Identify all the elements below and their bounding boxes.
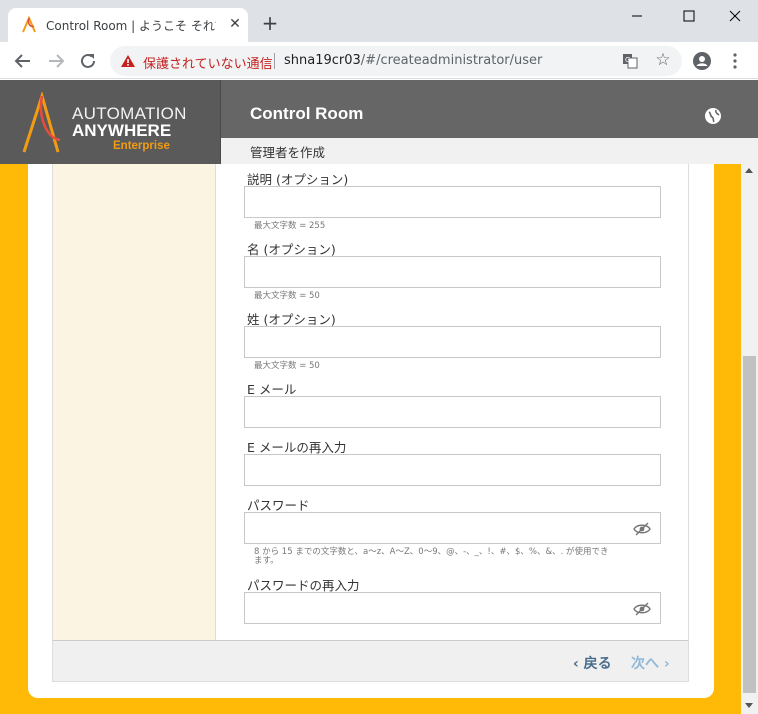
first-name-input[interactable] — [244, 256, 661, 288]
minimize-icon[interactable] — [622, 6, 652, 26]
tab-title: Control Room | ようこそ それでは始めましょう — [46, 19, 216, 33]
hide-password-eye-icon[interactable] — [633, 521, 651, 537]
url-text[interactable]: shna19cr03/#/createadministrator/user — [284, 53, 542, 68]
translate-icon[interactable]: G — [622, 53, 638, 69]
password-hint-line1: 8 から 15 までの文字数と、a〜z、A〜Z、0〜9、@、-、_、!、#、$、… — [254, 547, 609, 557]
email-confirm-input[interactable] — [244, 454, 661, 486]
logo-text-enterprise: Enterprise — [113, 140, 170, 152]
tab-close-icon[interactable]: ✕ — [226, 15, 244, 33]
password-hint-line2: ます。 — [254, 556, 279, 566]
new-tab-button[interactable]: + — [260, 13, 280, 33]
page-title: Control Room — [250, 104, 364, 123]
reload-icon[interactable] — [77, 50, 99, 72]
last-name-input[interactable] — [244, 326, 661, 358]
window-close-icon[interactable] — [720, 6, 750, 26]
description-hint: 最大文字数 = 255 — [254, 221, 326, 231]
form-footer: ‹ 戻る 次へ › — [52, 640, 689, 682]
svg-text:G: G — [625, 56, 630, 64]
form-area: 説明 (オプション) 最大文字数 = 255 名 (オプション) 最大文字数 =… — [217, 164, 689, 640]
password-field[interactable] — [244, 512, 661, 544]
scroll-down-arrow-icon[interactable] — [745, 703, 753, 708]
email-input[interactable] — [244, 396, 661, 428]
control-room-app: AUTOMATION ANYWHERE Enterprise Control R… — [0, 80, 758, 714]
description-input[interactable] — [244, 186, 661, 218]
app-header: AUTOMATION ANYWHERE Enterprise Control R… — [0, 80, 758, 164]
warning-icon[interactable] — [120, 54, 136, 68]
not-secure-label[interactable]: 保護されていない通信 — [143, 53, 273, 72]
maximize-icon[interactable] — [674, 6, 704, 26]
back-arrow-icon[interactable] — [12, 50, 34, 72]
password-confirm-field[interactable] — [244, 592, 661, 624]
next-button[interactable]: 次へ › — [631, 653, 670, 673]
first-name-hint: 最大文字数 = 50 — [254, 291, 320, 301]
logo-panel: AUTOMATION ANYWHERE Enterprise — [0, 80, 221, 164]
bookmark-star-icon[interactable]: ☆ — [654, 51, 672, 69]
logo-text-anywhere: ANYWHERE — [72, 121, 172, 140]
back-button[interactable]: ‹ 戻る — [573, 653, 612, 673]
forward-arrow-icon[interactable] — [45, 50, 67, 72]
url-path: /#/createadministrator/user — [360, 53, 543, 68]
profile-icon[interactable] — [692, 51, 712, 71]
url-host: shna19cr03 — [284, 53, 361, 68]
browser-titlebar: Control Room | ようこそ それでは始めましょう ✕ + — [0, 0, 758, 42]
omnibox-separator — [274, 53, 275, 69]
left-panel — [52, 164, 216, 640]
automation-anywhere-logo-icon — [22, 92, 61, 153]
scroll-thumb[interactable] — [743, 356, 756, 693]
page-scrollbar[interactable] — [741, 164, 758, 714]
sub-header: 管理者を作成 — [221, 138, 758, 164]
browser-tab[interactable]: Control Room | ようこそ それでは始めましょう ✕ — [8, 8, 248, 42]
address-bar[interactable]: 保護されていない通信 shna19cr03/#/createadministra… — [110, 46, 682, 76]
form-card: 説明 (オプション) 最大文字数 = 255 名 (オプション) 最大文字数 =… — [28, 164, 714, 698]
browser-toolbar: 保護されていない通信 shna19cr03/#/createadministra… — [0, 42, 758, 79]
hide-password-eye-icon[interactable] — [633, 601, 651, 617]
automation-anywhere-favicon-icon — [22, 16, 36, 33]
globe-icon[interactable] — [704, 107, 722, 125]
sub-title: 管理者を作成 — [250, 145, 326, 160]
browser-menu-icon[interactable] — [726, 51, 744, 71]
scroll-up-arrow-icon[interactable] — [745, 168, 753, 173]
last-name-hint: 最大文字数 = 50 — [254, 361, 320, 371]
